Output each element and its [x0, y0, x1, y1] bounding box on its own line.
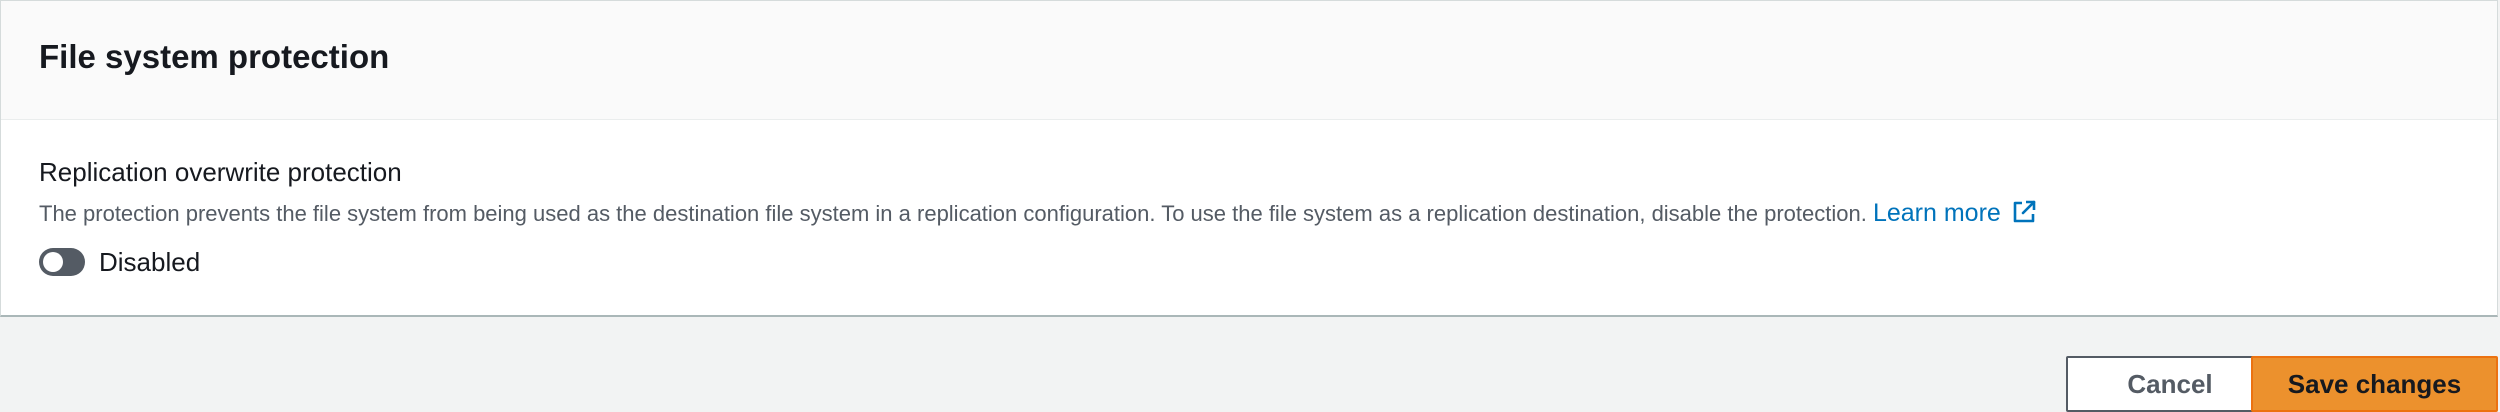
cancel-button[interactable]: Cancel [2066, 356, 2274, 412]
panel-title: File system protection [39, 38, 390, 75]
replication-overwrite-protection-label: Replication overwrite protection [39, 157, 402, 187]
file-system-protection-panel: File system protection Replication overw… [0, 0, 2498, 317]
toggle-knob [43, 252, 63, 272]
field-description: The protection prevents the file system … [39, 197, 2037, 230]
learn-more-link[interactable]: Learn more [1873, 199, 2037, 227]
toggle-row: Disabled [39, 244, 200, 280]
learn-more-label: Learn more [1872, 199, 2001, 227]
panel-header: File system protection [1, 1, 2497, 120]
field-description-text: The protection prevents the file system … [39, 201, 1867, 226]
save-changes-button[interactable]: Save changes [2251, 356, 2498, 412]
replication-overwrite-protection-toggle[interactable] [39, 248, 85, 276]
toggle-status-label: Disabled [99, 247, 201, 277]
external-link-icon [2013, 200, 2036, 223]
